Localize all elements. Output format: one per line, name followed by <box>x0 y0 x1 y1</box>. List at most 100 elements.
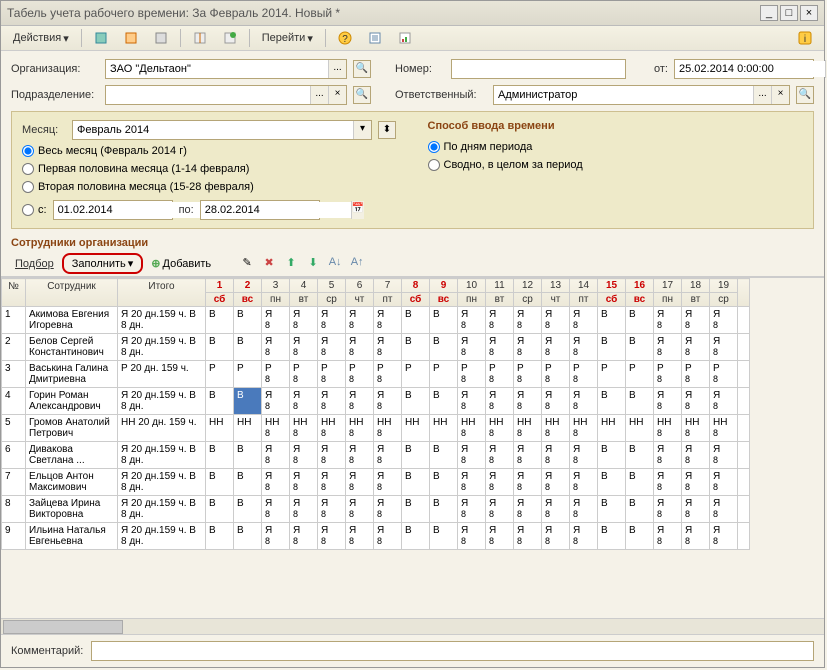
cell-day[interactable]: Я8 <box>458 469 486 496</box>
cell-day[interactable]: В <box>234 334 262 361</box>
cell-day[interactable]: Я8 <box>262 469 290 496</box>
help-icon[interactable]: ? <box>332 29 358 47</box>
grid-scroll[interactable]: № Сотрудник Итого1сб2вс3пн4вт5ср6чт7пт8с… <box>1 277 824 618</box>
org-input[interactable] <box>106 61 328 77</box>
cell-day[interactable]: В <box>626 442 654 469</box>
table-row[interactable]: 1 Акимова Евгения Игоревна Я 20 дн.159 ч… <box>2 307 750 334</box>
col-day-10[interactable]: 10пн <box>458 279 486 307</box>
toolbar-icon-1[interactable] <box>88 29 114 47</box>
radio-second-half[interactable]: Вторая половина месяца (15-28 февраля) <box>22 180 398 194</box>
cell-day[interactable]: Я8 <box>458 388 486 415</box>
cell-day[interactable]: Я8 <box>654 442 682 469</box>
cell-day[interactable]: Я8 <box>682 307 710 334</box>
spinner-icon[interactable]: ⬍ <box>378 121 396 139</box>
table-row[interactable]: 2 Белов Сергей Константинович Я 20 дн.15… <box>2 334 750 361</box>
cell-day[interactable]: В <box>234 496 262 523</box>
cell-day[interactable]: Я8 <box>346 469 374 496</box>
radio-first-half[interactable]: Первая половина месяца (1-14 февраля) <box>22 162 398 176</box>
cell-day[interactable]: Я8 <box>318 334 346 361</box>
cell-day[interactable]: Р <box>402 361 430 388</box>
cell-day[interactable]: Я8 <box>290 469 318 496</box>
cell-day[interactable]: Я8 <box>654 334 682 361</box>
cell-day[interactable]: Я8 <box>542 442 570 469</box>
cell-day[interactable]: Р8 <box>346 361 374 388</box>
cell-day[interactable]: Я8 <box>262 334 290 361</box>
col-day-9[interactable]: 9вс <box>430 279 458 307</box>
cell-day[interactable]: Я8 <box>514 388 542 415</box>
cell-day[interactable]: В <box>234 523 262 550</box>
cell-day[interactable]: В <box>598 307 626 334</box>
cell-day[interactable]: Я8 <box>290 334 318 361</box>
cell-day[interactable]: В <box>598 334 626 361</box>
cell-day[interactable]: Я8 <box>290 496 318 523</box>
cell-day[interactable]: Я8 <box>262 442 290 469</box>
table-row[interactable]: 7 Ельцов Антон Максимович Я 20 дн.159 ч.… <box>2 469 750 496</box>
cell-day[interactable]: Я8 <box>570 469 598 496</box>
cell-day[interactable]: Я8 <box>262 388 290 415</box>
cell-day[interactable]: В <box>430 523 458 550</box>
cell-day[interactable]: Я8 <box>542 388 570 415</box>
cell-day[interactable]: В <box>234 388 262 415</box>
cell-day[interactable]: Я8 <box>458 523 486 550</box>
cell-day[interactable]: Я8 <box>486 496 514 523</box>
minimize-icon[interactable]: _ <box>760 5 778 21</box>
select-icon[interactable]: ... <box>753 86 771 104</box>
cell-day[interactable]: Я8 <box>346 496 374 523</box>
col-day-2[interactable]: 2вс <box>234 279 262 307</box>
clear-icon[interactable]: × <box>328 86 346 104</box>
col-day-15[interactable]: 15сб <box>598 279 626 307</box>
cell-day[interactable]: Р <box>234 361 262 388</box>
cell-day[interactable]: Я8 <box>346 442 374 469</box>
cell-day[interactable]: Я8 <box>654 496 682 523</box>
cell-day[interactable]: В <box>402 496 430 523</box>
select-icon[interactable]: ... <box>328 60 346 78</box>
cell-day[interactable]: Я8 <box>710 334 738 361</box>
cell-day[interactable]: НН8 <box>542 415 570 442</box>
cell-day[interactable]: Я8 <box>542 523 570 550</box>
cell-day[interactable]: Я8 <box>290 307 318 334</box>
cell-day[interactable]: Р8 <box>542 361 570 388</box>
col-day-13[interactable]: 13чт <box>542 279 570 307</box>
cell-day[interactable]: В <box>430 334 458 361</box>
cell-day[interactable]: Я8 <box>654 388 682 415</box>
cell-day[interactable]: Я8 <box>346 388 374 415</box>
table-row[interactable]: 4 Горин Роман Александрович Я 20 дн.159 … <box>2 388 750 415</box>
edit-icon[interactable]: ✎ <box>239 256 255 272</box>
cell-day[interactable]: НН8 <box>710 415 738 442</box>
close-icon[interactable]: × <box>800 5 818 21</box>
cell-day[interactable]: Я8 <box>374 334 402 361</box>
cell-day[interactable]: В <box>206 334 234 361</box>
cell-day[interactable]: Я8 <box>346 334 374 361</box>
table-row[interactable]: 6 Дивакова Светлана ... Я 20 дн.159 ч. В… <box>2 442 750 469</box>
cell-day[interactable]: Р8 <box>486 361 514 388</box>
cell-day[interactable]: Я8 <box>570 496 598 523</box>
cell-day[interactable]: В <box>598 469 626 496</box>
cell-day[interactable]: Я8 <box>654 469 682 496</box>
cell-day[interactable]: Я8 <box>290 523 318 550</box>
cell-day[interactable]: НН8 <box>514 415 542 442</box>
cell-day[interactable]: НН8 <box>262 415 290 442</box>
cell-day[interactable]: НН8 <box>458 415 486 442</box>
cell-day[interactable]: В <box>206 442 234 469</box>
cell-day[interactable]: Р8 <box>318 361 346 388</box>
cell-day[interactable]: Я8 <box>374 388 402 415</box>
cell-day[interactable]: НН <box>402 415 430 442</box>
cell-day[interactable]: Я8 <box>458 496 486 523</box>
cell-day[interactable]: НН8 <box>682 415 710 442</box>
cell-day[interactable]: Р8 <box>262 361 290 388</box>
col-day-19[interactable]: 19ср <box>710 279 738 307</box>
cell-day[interactable]: Я8 <box>262 523 290 550</box>
cell-day[interactable]: Р8 <box>682 361 710 388</box>
cell-day[interactable]: Я8 <box>514 469 542 496</box>
add-button[interactable]: ⊕Добавить <box>147 255 215 272</box>
cell-day[interactable]: В <box>626 469 654 496</box>
col-employee[interactable]: Сотрудник <box>26 279 118 307</box>
scroll-thumb[interactable] <box>3 620 123 634</box>
cell-day[interactable]: Я8 <box>682 523 710 550</box>
table-row[interactable]: 8 Зайцева Ирина Викторовна Я 20 дн.159 ч… <box>2 496 750 523</box>
cell-day[interactable]: В <box>206 307 234 334</box>
cell-day[interactable]: Я8 <box>290 442 318 469</box>
date-range-from-group[interactable]: 📅 <box>53 200 173 220</box>
cell-day[interactable]: Я8 <box>486 523 514 550</box>
col-day-6[interactable]: 6чт <box>346 279 374 307</box>
